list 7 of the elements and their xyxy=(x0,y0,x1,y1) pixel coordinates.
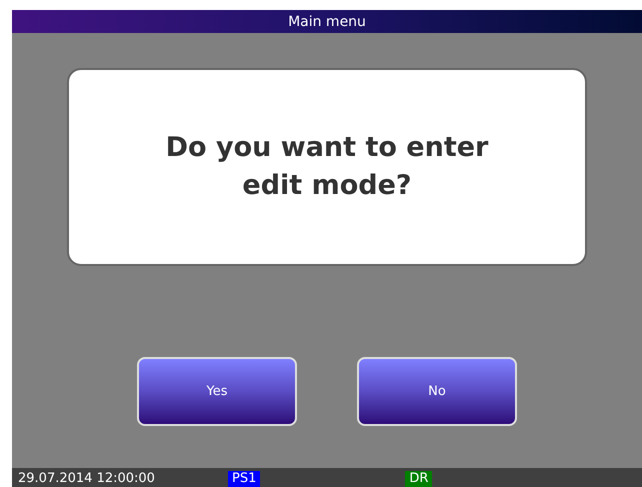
dialog-button[interactable]: No xyxy=(357,357,517,426)
dialog-message: Do you want to enter edit mode? xyxy=(164,131,490,203)
status-badge: PS1 xyxy=(228,471,260,487)
status-badge: DR xyxy=(405,471,432,487)
dialog-button[interactable]: Yes xyxy=(137,357,297,426)
window-title: Main menu xyxy=(288,14,366,28)
date-time: 29.07.2014 12:00:00 xyxy=(18,471,156,487)
